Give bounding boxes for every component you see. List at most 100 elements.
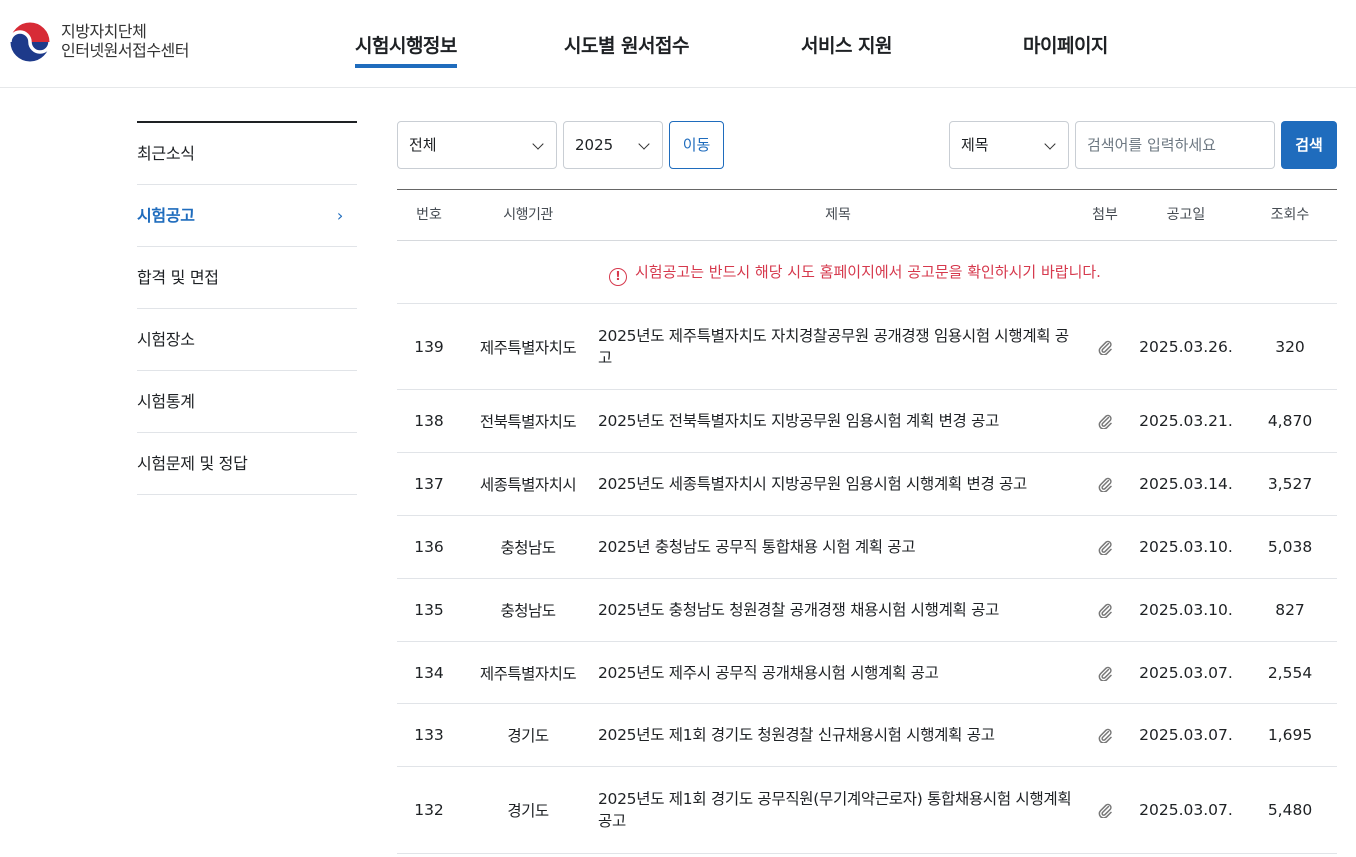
row-number: 132 xyxy=(414,801,444,819)
header-title: 제목 xyxy=(825,207,851,223)
row-views: 3,527 xyxy=(1267,475,1313,493)
nav-service-support[interactable]: 서비스 지원 xyxy=(801,31,893,58)
sidebar-item-recent-news[interactable]: 최근소식 xyxy=(137,123,357,185)
government-logo-icon[interactable] xyxy=(8,20,52,64)
row-organization: 세종특별자치시 xyxy=(479,476,577,494)
row-title-link[interactable]: 2025년도 제1회 경기도 공무직원(무기계약근로자) 통합채용시험 시행계획… xyxy=(598,767,1078,853)
notice-text-wrap: ! 시험공고는 반드시 해당 시도 홈페이지에서 공고문을 확인하시기 바랍니다. xyxy=(609,261,1101,286)
move-button[interactable]: 이동 xyxy=(669,121,724,169)
row-number: 134 xyxy=(414,663,444,682)
exclamation-circle-icon: ! xyxy=(609,268,627,286)
table-row[interactable]: 138 전북특별자치도 2025년도 전북특별자치도 지방공무원 임용시험 계획… xyxy=(397,390,1337,453)
row-title-link[interactable]: 2025년도 전북특별자치도 지방공무원 임용시험 계획 변경 공고 xyxy=(598,390,1078,452)
sidebar-item-exam-venue[interactable]: 시험장소 xyxy=(137,309,357,371)
sidebar-item-pass-interview[interactable]: 합격 및 면접 xyxy=(137,247,357,309)
row-organization: 경기도 xyxy=(507,727,549,745)
nav-application-by-region[interactable]: 시도별 원서접수 xyxy=(564,31,689,58)
row-views: 5,038 xyxy=(1267,538,1313,556)
sidebar-item-exam-stats[interactable]: 시험통계 xyxy=(137,371,357,433)
table-row[interactable]: 133 경기도 2025년도 제1회 경기도 청원경찰 신규채용시험 시행계획 … xyxy=(397,704,1337,767)
row-organization: 제주특별자치도 xyxy=(479,338,577,357)
row-date: 2025.03.21. xyxy=(1139,412,1233,430)
paperclip-icon[interactable] xyxy=(1097,339,1113,355)
row-attachment xyxy=(1087,304,1123,389)
row-title-link[interactable]: 2025년 충청남도 공무직 통합채용 시험 계획 공고 xyxy=(598,516,1078,578)
row-organization: 경기도 xyxy=(507,802,549,820)
row-views: 2,554 xyxy=(1267,663,1313,682)
table-row[interactable]: 137 세종특별자치시 2025년도 세종특별자치시 지방공무원 임용시험 시행… xyxy=(397,453,1337,516)
sidebar-menu: 최근소식 시험공고 › 합격 및 면접 시험장소 시험통계 시험문제 및 정답 xyxy=(137,121,357,495)
notice-text: 시험공고는 반드시 해당 시도 홈페이지에서 공고문을 확인하시기 바랍니다. xyxy=(635,263,1101,281)
row-organization: 충청남도 xyxy=(500,602,556,620)
row-title-link[interactable]: 2025년도 충청남도 청원경찰 공개경쟁 채용시험 시행계획 공고 xyxy=(598,579,1078,641)
row-views: 4,870 xyxy=(1267,412,1313,430)
search-input[interactable] xyxy=(1075,121,1275,169)
site-header: 지방자치단체 인터넷원서접수센터 시험시행정보 시도별 원서접수 서비스 지원 … xyxy=(0,0,1356,88)
table-row[interactable]: 132 경기도 2025년도 제1회 경기도 공무직원(무기계약근로자) 통합채… xyxy=(397,767,1337,854)
row-attachment xyxy=(1087,390,1123,452)
table-row[interactable]: 136 충청남도 2025년 충청남도 공무직 통합채용 시험 계획 공고 20… xyxy=(397,516,1337,579)
row-views: 5,480 xyxy=(1267,801,1313,819)
chevron-right-icon: › xyxy=(336,206,343,225)
table-row[interactable]: 135 충청남도 2025년도 충청남도 청원경찰 공개경쟁 채용시험 시행계획… xyxy=(397,579,1337,642)
row-organization: 충청남도 xyxy=(500,539,556,557)
site-title[interactable]: 지방자치단체 인터넷원서접수센터 xyxy=(61,22,189,60)
chevron-down-icon xyxy=(638,138,650,150)
paperclip-icon[interactable] xyxy=(1097,476,1113,492)
row-number: 135 xyxy=(414,601,444,619)
row-attachment xyxy=(1087,704,1123,766)
header-organization: 시행기관 xyxy=(503,207,553,223)
row-date: 2025.03.26. xyxy=(1139,337,1233,356)
row-date: 2025.03.10. xyxy=(1139,601,1233,619)
row-views: 1,695 xyxy=(1267,726,1313,744)
row-title-link[interactable]: 2025년도 제1회 경기도 청원경찰 신규채용시험 시행계획 공고 xyxy=(598,704,1078,766)
paperclip-icon[interactable] xyxy=(1097,539,1113,555)
header-date: 공고일 xyxy=(1166,207,1206,223)
row-number: 136 xyxy=(414,538,444,556)
region-select[interactable]: 전체 xyxy=(397,121,557,169)
region-select-value: 전체 xyxy=(409,136,437,154)
row-date: 2025.03.14. xyxy=(1139,475,1233,493)
row-number: 138 xyxy=(414,412,444,430)
paperclip-icon[interactable] xyxy=(1097,727,1113,743)
site-title-line1: 지방자치단체 xyxy=(61,22,147,41)
paperclip-icon[interactable] xyxy=(1097,665,1113,681)
search-field-select[interactable]: 제목 xyxy=(949,121,1069,169)
row-title-link[interactable]: 2025년도 세종특별자치시 지방공무원 임용시험 시행계획 변경 공고 xyxy=(598,453,1078,515)
row-title-link[interactable]: 2025년도 제주시 공무직 공개채용시험 시행계획 공고 xyxy=(598,642,1078,703)
sidebar-item-label: 합격 및 면접 xyxy=(137,268,219,287)
row-attachment xyxy=(1087,642,1123,703)
row-attachment xyxy=(1087,516,1123,578)
search-field-select-value: 제목 xyxy=(961,136,989,154)
search-button[interactable]: 검색 xyxy=(1281,121,1337,169)
row-attachment xyxy=(1087,453,1123,515)
nav-exam-info[interactable]: 시험시행정보 xyxy=(355,31,457,68)
row-date: 2025.03.07. xyxy=(1139,801,1233,819)
row-number: 133 xyxy=(414,726,444,744)
table-header: 번호 시행기관 제목 첨부 공고일 조회수 xyxy=(397,190,1337,241)
row-attachment xyxy=(1087,767,1123,853)
row-date: 2025.03.10. xyxy=(1139,538,1233,556)
row-number: 137 xyxy=(414,475,444,493)
table-row[interactable]: 139 제주특별자치도 2025년도 제주특별자치도 자치경찰공무원 공개경쟁 … xyxy=(397,304,1337,390)
row-organization: 전북특별자치도 xyxy=(479,413,577,431)
sidebar-item-exam-notice[interactable]: 시험공고 › xyxy=(137,185,357,247)
sidebar-item-exam-answers[interactable]: 시험문제 및 정답 xyxy=(137,433,357,495)
year-select[interactable]: 2025 xyxy=(563,121,663,169)
notice-message: ! 시험공고는 반드시 해당 시도 홈페이지에서 공고문을 확인하시기 바랍니다. xyxy=(397,241,1337,304)
row-views: 827 xyxy=(1275,601,1305,619)
chevron-down-icon xyxy=(1044,138,1056,150)
nav-mypage[interactable]: 마이페이지 xyxy=(1023,31,1108,58)
sidebar-item-label: 시험장소 xyxy=(137,330,195,349)
paperclip-icon[interactable] xyxy=(1097,802,1113,818)
row-title-link[interactable]: 2025년도 제주특별자치도 자치경찰공무원 공개경쟁 임용시험 시행계획 공고 xyxy=(598,304,1078,389)
paperclip-icon[interactable] xyxy=(1097,413,1113,429)
header-views: 조회수 xyxy=(1270,207,1310,223)
paperclip-icon[interactable] xyxy=(1097,602,1113,618)
table-row[interactable]: 134 제주특별자치도 2025년도 제주시 공무직 공개채용시험 시행계획 공… xyxy=(397,642,1337,704)
row-organization: 제주특별자치도 xyxy=(479,664,577,683)
header-number: 번호 xyxy=(416,207,442,223)
row-date: 2025.03.07. xyxy=(1139,726,1233,744)
chevron-down-icon xyxy=(532,138,544,150)
row-date: 2025.03.07. xyxy=(1139,663,1233,682)
